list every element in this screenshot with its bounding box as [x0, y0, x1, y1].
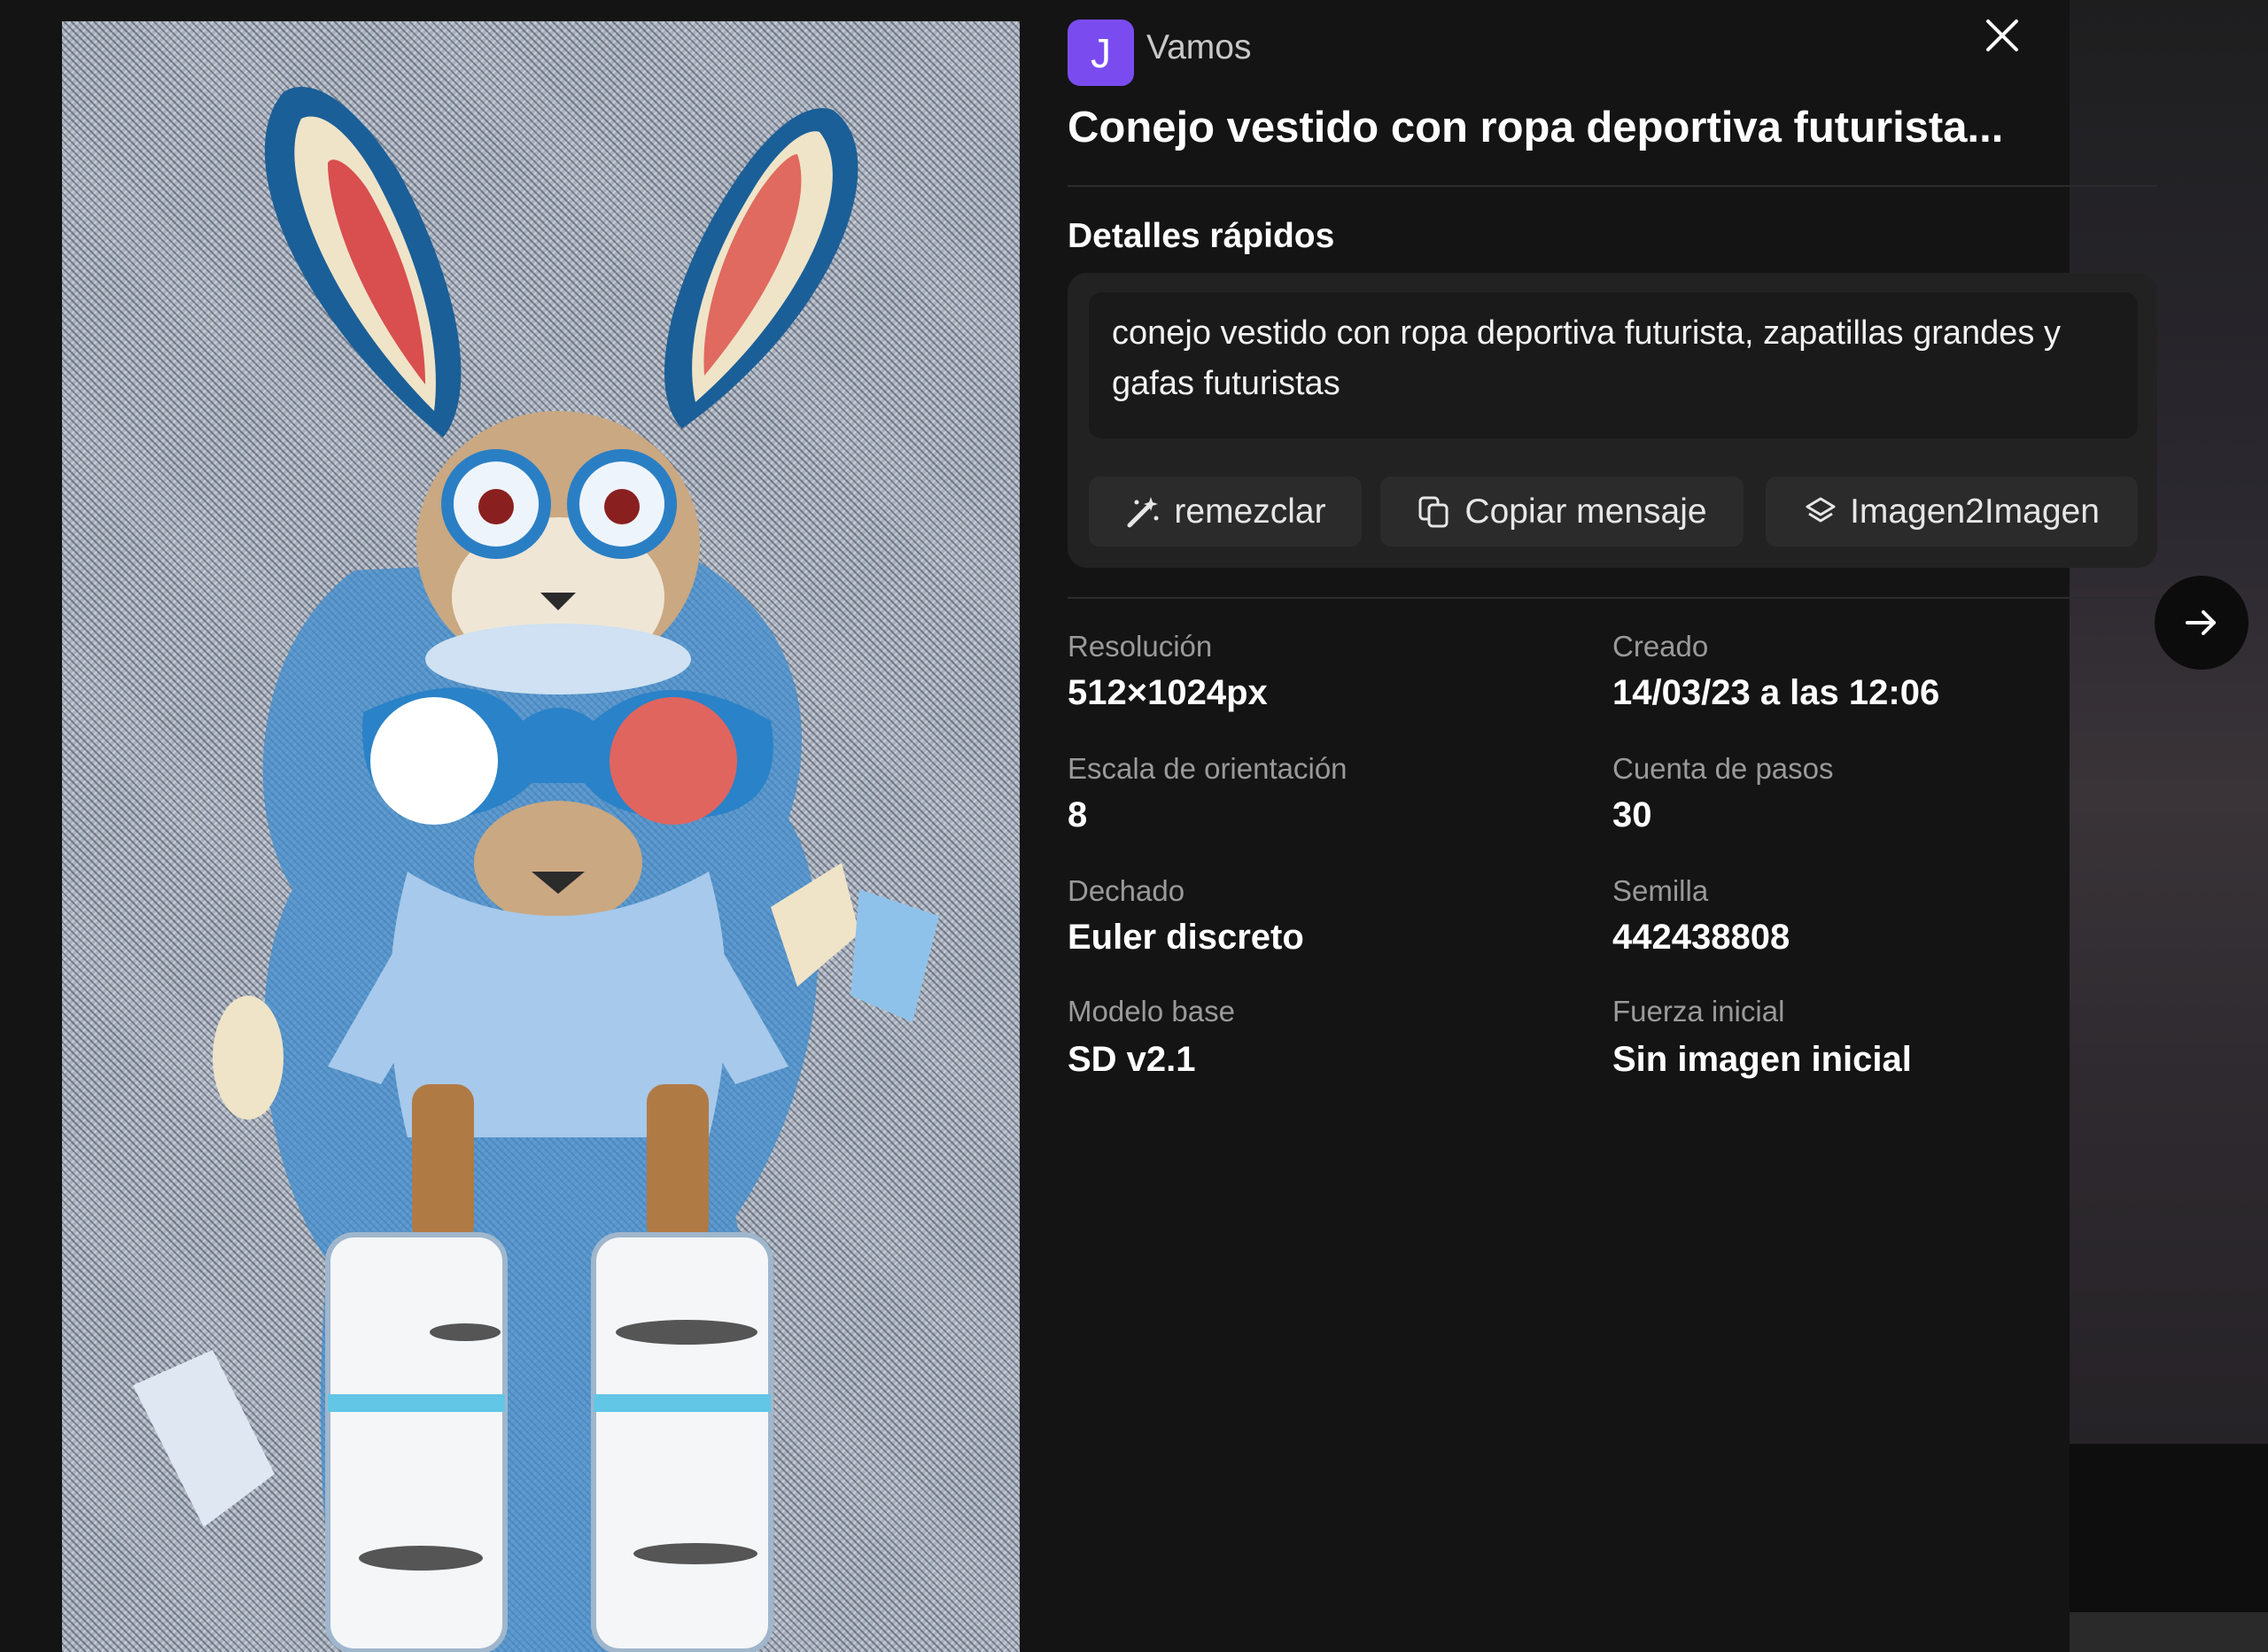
section-heading: Detalles rápidos [1068, 217, 1335, 255]
close-button[interactable] [1979, 12, 2025, 58]
author-name[interactable]: Vamos [1146, 28, 1252, 67]
close-icon [1986, 19, 2018, 51]
stat-value-created: 14/03/23 a las 12:06 [1612, 673, 1940, 712]
stat-value-base-model: SD v2.1 [1068, 1040, 1196, 1079]
image2image-label: Imagen2Imagen [1850, 492, 2100, 531]
stat-label-resolution: Resolución [1068, 630, 1213, 663]
prompt-box: conejo vestido con ropa deportiva futuri… [1089, 292, 2138, 438]
avatar[interactable]: J [1068, 19, 1134, 86]
blurred-background [2070, 0, 2268, 1444]
arrow-right-icon [2186, 610, 2216, 635]
copy-icon [1418, 496, 1449, 527]
image-title: Conejo vestido con ropa deportiva futuri… [1068, 104, 2004, 151]
background-block [2070, 1612, 2268, 1652]
rabbit-illustration [133, 87, 939, 1652]
magic-wand-icon [1127, 496, 1159, 527]
details-panel: J Vamos Conejo vestido con ropa deportiv… [1020, 0, 2157, 1652]
layers-icon [1806, 497, 1836, 522]
prompt-text: conejo vestido con ropa deportiva futuri… [1112, 314, 2061, 402]
quick-details-card: conejo vestido con ropa deportiva futuri… [1068, 273, 2157, 568]
remix-label: remezclar [1174, 492, 1326, 531]
divider [1068, 185, 2157, 187]
stat-value-sampler: Euler discreto [1068, 918, 1304, 957]
stat-label-created: Creado [1612, 630, 1709, 663]
next-image-button[interactable] [2155, 576, 2249, 670]
divider [1068, 597, 2157, 599]
image2image-button[interactable]: Imagen2Imagen [1766, 477, 2138, 547]
stat-label-base-model: Modelo base [1068, 995, 1235, 1028]
generated-image [62, 21, 1020, 1652]
stat-label-sampler: Dechado [1068, 874, 1185, 907]
stat-value-resolution: 512×1024px [1068, 673, 1268, 712]
copy-prompt-button[interactable]: Copiar mensaje [1380, 477, 1744, 547]
avatar-letter: J [1091, 29, 1111, 76]
stat-value-guidance-scale: 8 [1068, 795, 1088, 834]
stat-label-guidance-scale: Escala de orientación [1068, 752, 1348, 785]
stat-label-seed: Semilla [1612, 874, 1709, 907]
stat-label-init-strength: Fuerza inicial [1612, 995, 1785, 1028]
stat-value-seed: 442438808 [1612, 918, 1790, 957]
stat-value-step-count: 30 [1612, 795, 1652, 834]
copy-prompt-label: Copiar mensaje [1464, 492, 1707, 531]
stat-label-step-count: Cuenta de pasos [1612, 752, 1834, 785]
remix-button[interactable]: remezclar [1089, 477, 1362, 547]
stat-value-init-strength: Sin imagen inicial [1612, 1040, 1912, 1079]
